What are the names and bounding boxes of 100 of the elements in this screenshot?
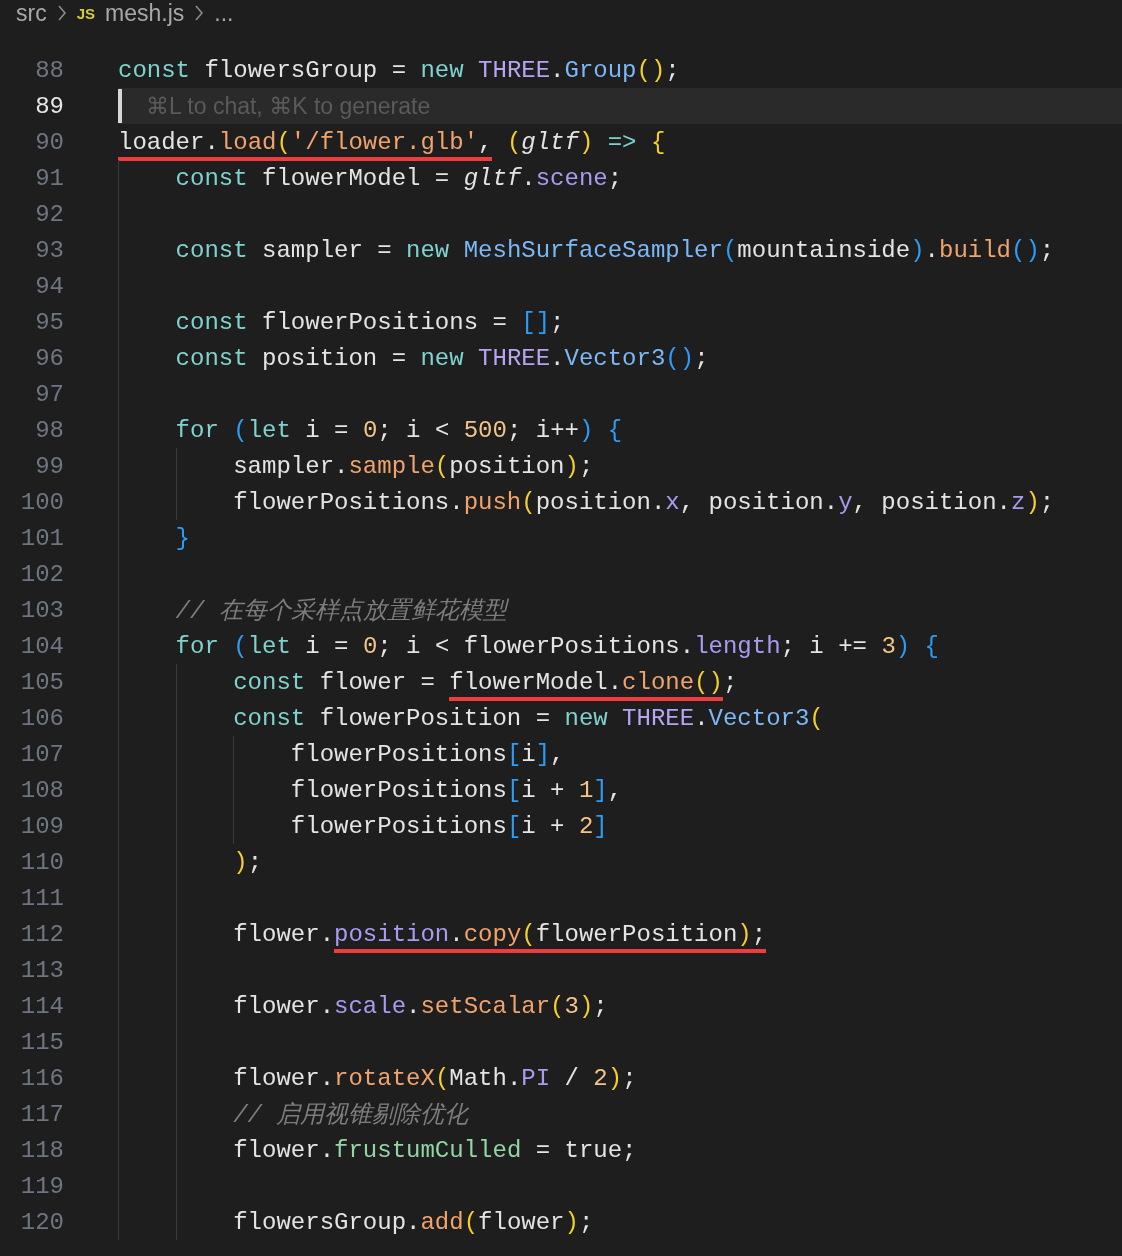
code-token: clone: [622, 668, 695, 701]
code-token: ): [1025, 488, 1040, 516]
code-token: (: [722, 236, 738, 264]
code-token: ): [578, 416, 594, 444]
code-token: new: [406, 236, 450, 264]
code-token: .: [550, 344, 565, 372]
line-number: 94: [34, 272, 64, 300]
code-token: 3: [881, 632, 896, 660]
line-number: 119: [19, 1172, 64, 1200]
code-token: (: [232, 632, 248, 660]
line-number: 109: [19, 812, 64, 840]
code-token: /: [563, 1064, 580, 1092]
code-token: []: [521, 308, 551, 336]
code-token: // 在每个采样点放置鲜花模型: [174, 597, 507, 626]
code-token: x: [665, 488, 680, 516]
code-token: scene: [535, 164, 608, 192]
code-token: [: [506, 740, 522, 768]
code-token: const: [174, 236, 248, 264]
code-token: ;: [665, 56, 680, 84]
chevron-right-icon: [194, 4, 205, 22]
code-token: ): [895, 632, 911, 660]
code-token: position.: [535, 488, 666, 516]
code-token: PI: [521, 1064, 551, 1092]
breadcrumb-item[interactable]: mesh.js: [105, 0, 185, 27]
code-token: [: [506, 776, 522, 804]
code-token: ]: [593, 776, 608, 804]
code-token: position: [449, 452, 565, 480]
code-token: .: [406, 992, 421, 1020]
code-token: (: [276, 128, 291, 161]
code-token: load: [218, 128, 277, 161]
code-token: setScalar: [420, 992, 551, 1020]
code-token: ,: [607, 776, 623, 804]
code-token: for: [174, 416, 219, 444]
code-token: (: [463, 1208, 479, 1236]
code-token: gltf: [463, 164, 522, 192]
code-token: new: [564, 704, 608, 732]
breadcrumb-item[interactable]: src: [16, 0, 47, 27]
code-token: 3: [564, 992, 579, 1020]
code-token: flowerModel =: [261, 164, 451, 192]
line-number: 92: [34, 200, 64, 228]
code-token: [: [506, 812, 522, 840]
code-token: (): [665, 344, 695, 372]
code-token: ;: [578, 1208, 594, 1236]
code-token: = true;: [534, 1136, 637, 1164]
code-token: ;: [247, 848, 263, 876]
code-token: ): [564, 452, 579, 480]
breadcrumb-item[interactable]: ...: [214, 0, 234, 27]
js-file-icon: JS: [76, 4, 96, 22]
code-token: i +: [521, 812, 566, 840]
code-token: .: [550, 56, 565, 84]
code-token: 2: [578, 812, 594, 840]
code-token: z: [1011, 488, 1026, 516]
code-token: .: [694, 704, 709, 732]
line-number: 93: [34, 236, 64, 264]
line-number: 115: [19, 1028, 64, 1056]
code-token: const: [174, 164, 248, 192]
line-number: 101: [19, 524, 64, 552]
code-token: Vector3: [708, 704, 810, 732]
code-token: (: [521, 920, 536, 953]
code-token: i =: [304, 632, 350, 660]
code-token: flowerPositions: [289, 740, 507, 768]
line-number: 103: [19, 596, 64, 624]
code-token: scale: [334, 992, 407, 1020]
code-token: (): [636, 56, 666, 84]
code-token: (: [809, 704, 824, 732]
code-token: ;: [550, 308, 565, 336]
code-token: add: [420, 1208, 464, 1236]
line-number: 97: [34, 380, 64, 408]
line-number: 96: [34, 344, 64, 372]
code-token: ): [564, 1208, 579, 1236]
code-token: 500: [463, 416, 507, 444]
line-number: 90: [34, 128, 64, 156]
code-token: build: [939, 236, 1011, 264]
code-token: ): [607, 1064, 623, 1092]
line-number: 113: [19, 956, 64, 984]
chevron-right-icon: [56, 4, 67, 22]
code-token: ;: [578, 452, 594, 480]
code-token: ; i +=: [780, 632, 868, 660]
code-token: (: [505, 128, 522, 156]
line-number: 116: [19, 1064, 64, 1092]
code-token: i: [521, 740, 536, 768]
code-token: .: [521, 164, 536, 192]
code-token: const: [232, 668, 306, 696]
code-token: ;: [607, 164, 623, 192]
line-number: 112: [19, 920, 64, 948]
code-token: const: [174, 344, 248, 372]
code-token: ;: [1039, 236, 1055, 264]
code-token: flowerPosition: [535, 920, 738, 953]
code-token: ; i < flowerPositions.: [377, 632, 695, 660]
code-token: gltf: [521, 128, 579, 156]
code-token: {: [606, 416, 623, 444]
code-token: position =: [261, 344, 408, 372]
code-token: sampler.: [232, 452, 349, 480]
code-token: , position.: [852, 488, 1011, 516]
code-token: THREE: [477, 344, 551, 372]
code-token: ,: [478, 128, 493, 161]
code-token: ;: [694, 344, 709, 372]
code-token: Vector3: [564, 344, 666, 372]
code-token: THREE: [477, 56, 551, 84]
code-token: mountainside: [737, 236, 911, 264]
